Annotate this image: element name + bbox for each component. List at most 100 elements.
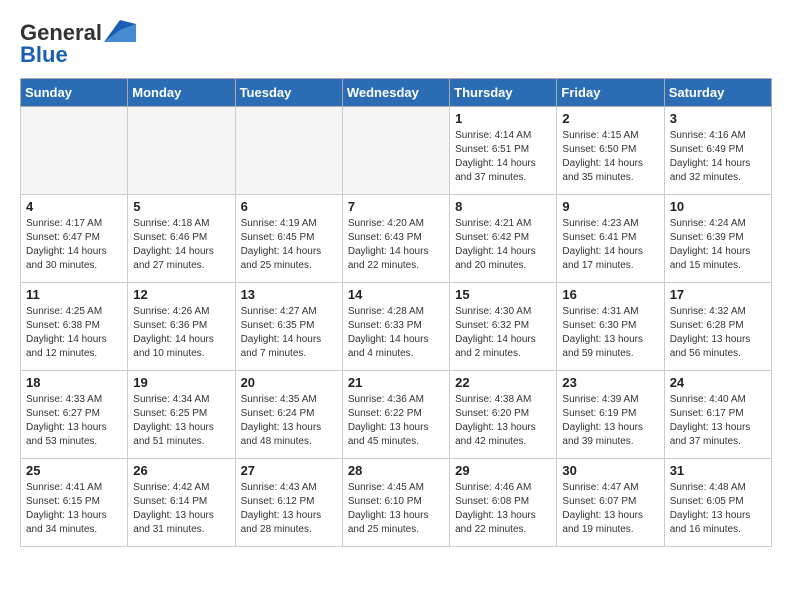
day-info: Sunrise: 4:45 AM Sunset: 6:10 PM Dayligh… bbox=[348, 481, 444, 537]
day-info: Sunrise: 4:20 AM Sunset: 6:43 PM Dayligh… bbox=[348, 217, 444, 273]
day-info: Sunrise: 4:35 AM Sunset: 6:24 PM Dayligh… bbox=[241, 393, 337, 449]
day-number: 13 bbox=[241, 287, 337, 302]
day-info: Sunrise: 4:32 AM Sunset: 6:28 PM Dayligh… bbox=[670, 305, 766, 361]
day-info: Sunrise: 4:43 AM Sunset: 6:12 PM Dayligh… bbox=[241, 481, 337, 537]
calendar-cell: 12 Sunrise: 4:26 AM Sunset: 6:36 PM Dayli… bbox=[128, 283, 235, 371]
day-info: Sunrise: 4:33 AM Sunset: 6:27 PM Dayligh… bbox=[26, 393, 122, 449]
day-info: Sunrise: 4:21 AM Sunset: 6:42 PM Dayligh… bbox=[455, 217, 551, 273]
calendar-cell: 26 Sunrise: 4:42 AM Sunset: 6:14 PM Dayli… bbox=[128, 459, 235, 547]
day-number: 29 bbox=[455, 463, 551, 478]
calendar-cell: 3 Sunrise: 4:16 AM Sunset: 6:49 PM Daylig… bbox=[664, 107, 771, 195]
calendar-cell: 1 Sunrise: 4:14 AM Sunset: 6:51 PM Daylig… bbox=[450, 107, 557, 195]
calendar-cell: 6 Sunrise: 4:19 AM Sunset: 6:45 PM Daylig… bbox=[235, 195, 342, 283]
calendar-week-4: 18Sunrise: 4:33 AM Sunset: 6:27 PM Dayli… bbox=[21, 371, 772, 459]
calendar-cell bbox=[342, 107, 449, 195]
calendar-cell: 23 Sunrise: 4:39 AM Sunset: 6:19 PM Dayli… bbox=[557, 371, 664, 459]
calendar-cell: 13 Sunrise: 4:27 AM Sunset: 6:35 PM Dayli… bbox=[235, 283, 342, 371]
day-info: Sunrise: 4:27 AM Sunset: 6:35 PM Dayligh… bbox=[241, 305, 337, 361]
calendar-cell: 7 Sunrise: 4:20 AM Sunset: 6:43 PM Daylig… bbox=[342, 195, 449, 283]
calendar-cell: 24 Sunrise: 4:40 AM Sunset: 6:17 PM Dayli… bbox=[664, 371, 771, 459]
calendar-week-2: 4 Sunrise: 4:17 AM Sunset: 6:47 PM Daylig… bbox=[21, 195, 772, 283]
day-info: Sunrise: 4:23 AM Sunset: 6:41 PM Dayligh… bbox=[562, 217, 658, 273]
calendar-cell: 29 Sunrise: 4:46 AM Sunset: 6:08 PM Dayli… bbox=[450, 459, 557, 547]
calendar-cell: 16 Sunrise: 4:31 AM Sunset: 6:30 PM Dayli… bbox=[557, 283, 664, 371]
calendar-cell: 25Sunrise: 4:41 AM Sunset: 6:15 PM Dayli… bbox=[21, 459, 128, 547]
calendar-cell: 21 Sunrise: 4:36 AM Sunset: 6:22 PM Dayli… bbox=[342, 371, 449, 459]
day-number: 30 bbox=[562, 463, 658, 478]
calendar-cell: 30 Sunrise: 4:47 AM Sunset: 6:07 PM Dayli… bbox=[557, 459, 664, 547]
calendar-cell: 4 Sunrise: 4:17 AM Sunset: 6:47 PM Daylig… bbox=[21, 195, 128, 283]
day-number: 11 bbox=[26, 287, 122, 302]
calendar: SundayMondayTuesdayWednesdayThursdayFrid… bbox=[20, 78, 772, 547]
day-header-tuesday: Tuesday bbox=[235, 79, 342, 107]
calendar-cell bbox=[21, 107, 128, 195]
day-number: 27 bbox=[241, 463, 337, 478]
day-info: Sunrise: 4:26 AM Sunset: 6:36 PM Dayligh… bbox=[133, 305, 229, 361]
calendar-cell: 18Sunrise: 4:33 AM Sunset: 6:27 PM Dayli… bbox=[21, 371, 128, 459]
day-header-saturday: Saturday bbox=[664, 79, 771, 107]
day-number: 23 bbox=[562, 375, 658, 390]
calendar-cell: 22 Sunrise: 4:38 AM Sunset: 6:20 PM Dayli… bbox=[450, 371, 557, 459]
day-info: Sunrise: 4:34 AM Sunset: 6:25 PM Dayligh… bbox=[133, 393, 229, 449]
logo-blue: Blue bbox=[20, 42, 68, 68]
day-info: Sunrise: 4:31 AM Sunset: 6:30 PM Dayligh… bbox=[562, 305, 658, 361]
day-info: Sunrise: 4:19 AM Sunset: 6:45 PM Dayligh… bbox=[241, 217, 337, 273]
calendar-week-1: 1 Sunrise: 4:14 AM Sunset: 6:51 PM Daylig… bbox=[21, 107, 772, 195]
day-info: Sunrise: 4:42 AM Sunset: 6:14 PM Dayligh… bbox=[133, 481, 229, 537]
day-number: 17 bbox=[670, 287, 766, 302]
day-number: 19 bbox=[133, 375, 229, 390]
day-number: 21 bbox=[348, 375, 444, 390]
day-number: 2 bbox=[562, 111, 658, 126]
calendar-week-5: 25Sunrise: 4:41 AM Sunset: 6:15 PM Dayli… bbox=[21, 459, 772, 547]
day-info: Sunrise: 4:36 AM Sunset: 6:22 PM Dayligh… bbox=[348, 393, 444, 449]
day-number: 20 bbox=[241, 375, 337, 390]
day-number: 12 bbox=[133, 287, 229, 302]
day-info: Sunrise: 4:17 AM Sunset: 6:47 PM Dayligh… bbox=[26, 217, 122, 273]
calendar-cell bbox=[128, 107, 235, 195]
day-number: 15 bbox=[455, 287, 551, 302]
day-info: Sunrise: 4:47 AM Sunset: 6:07 PM Dayligh… bbox=[562, 481, 658, 537]
day-number: 3 bbox=[670, 111, 766, 126]
day-number: 16 bbox=[562, 287, 658, 302]
day-number: 14 bbox=[348, 287, 444, 302]
day-info: Sunrise: 4:16 AM Sunset: 6:49 PM Dayligh… bbox=[670, 129, 766, 185]
calendar-cell: 8Sunrise: 4:21 AM Sunset: 6:42 PM Daylig… bbox=[450, 195, 557, 283]
day-number: 1 bbox=[455, 111, 551, 126]
logo-icon bbox=[104, 20, 136, 42]
day-info: Sunrise: 4:18 AM Sunset: 6:46 PM Dayligh… bbox=[133, 217, 229, 273]
day-info: Sunrise: 4:46 AM Sunset: 6:08 PM Dayligh… bbox=[455, 481, 551, 537]
day-number: 10 bbox=[670, 199, 766, 214]
calendar-cell: 27 Sunrise: 4:43 AM Sunset: 6:12 PM Dayli… bbox=[235, 459, 342, 547]
day-info: Sunrise: 4:30 AM Sunset: 6:32 PM Dayligh… bbox=[455, 305, 551, 361]
calendar-header-row: SundayMondayTuesdayWednesdayThursdayFrid… bbox=[21, 79, 772, 107]
day-number: 7 bbox=[348, 199, 444, 214]
day-number: 6 bbox=[241, 199, 337, 214]
header: General Blue bbox=[20, 20, 772, 68]
day-info: Sunrise: 4:39 AM Sunset: 6:19 PM Dayligh… bbox=[562, 393, 658, 449]
day-header-monday: Monday bbox=[128, 79, 235, 107]
day-number: 5 bbox=[133, 199, 229, 214]
day-number: 22 bbox=[455, 375, 551, 390]
calendar-cell: 11 Sunrise: 4:25 AM Sunset: 6:38 PM Dayli… bbox=[21, 283, 128, 371]
calendar-cell: 28Sunrise: 4:45 AM Sunset: 6:10 PM Dayli… bbox=[342, 459, 449, 547]
day-number: 24 bbox=[670, 375, 766, 390]
calendar-cell: 17 Sunrise: 4:32 AM Sunset: 6:28 PM Dayli… bbox=[664, 283, 771, 371]
day-info: Sunrise: 4:41 AM Sunset: 6:15 PM Dayligh… bbox=[26, 481, 122, 537]
day-number: 9 bbox=[562, 199, 658, 214]
day-info: Sunrise: 4:48 AM Sunset: 6:05 PM Dayligh… bbox=[670, 481, 766, 537]
day-header-friday: Friday bbox=[557, 79, 664, 107]
calendar-cell: 15 Sunrise: 4:30 AM Sunset: 6:32 PM Dayli… bbox=[450, 283, 557, 371]
day-number: 4 bbox=[26, 199, 122, 214]
day-info: Sunrise: 4:15 AM Sunset: 6:50 PM Dayligh… bbox=[562, 129, 658, 185]
day-number: 31 bbox=[670, 463, 766, 478]
calendar-cell: 31 Sunrise: 4:48 AM Sunset: 6:05 PM Dayli… bbox=[664, 459, 771, 547]
day-info: Sunrise: 4:24 AM Sunset: 6:39 PM Dayligh… bbox=[670, 217, 766, 273]
logo: General Blue bbox=[20, 20, 136, 68]
day-info: Sunrise: 4:40 AM Sunset: 6:17 PM Dayligh… bbox=[670, 393, 766, 449]
day-number: 26 bbox=[133, 463, 229, 478]
day-info: Sunrise: 4:25 AM Sunset: 6:38 PM Dayligh… bbox=[26, 305, 122, 361]
day-header-sunday: Sunday bbox=[21, 79, 128, 107]
day-info: Sunrise: 4:38 AM Sunset: 6:20 PM Dayligh… bbox=[455, 393, 551, 449]
day-info: Sunrise: 4:14 AM Sunset: 6:51 PM Dayligh… bbox=[455, 129, 551, 185]
calendar-cell: 14Sunrise: 4:28 AM Sunset: 6:33 PM Dayli… bbox=[342, 283, 449, 371]
